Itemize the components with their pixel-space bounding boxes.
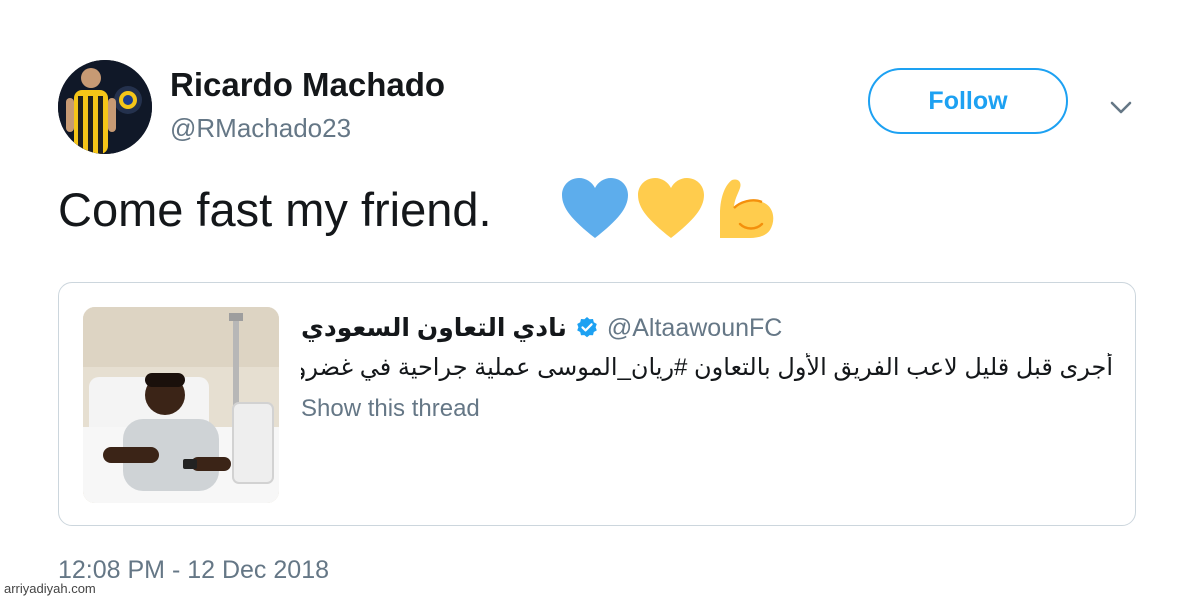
blue-heart-icon xyxy=(562,178,628,238)
quoted-author-handle[interactable]: @AltaawounFC xyxy=(607,314,782,343)
quoted-tweet-card[interactable]: نادي التعاون السعودي @AltaawounFC أجرى ق… xyxy=(58,282,1136,526)
quoted-author-name[interactable]: نادي التعاون السعودي xyxy=(301,313,567,343)
author-display-name[interactable]: Ricardo Machado xyxy=(170,66,445,104)
tweet-emojis xyxy=(560,176,778,246)
verified-badge-icon xyxy=(577,317,597,338)
author-avatar[interactable] xyxy=(58,60,152,154)
chevron-down-icon[interactable] xyxy=(1106,92,1136,122)
yellow-heart-icon xyxy=(638,178,704,238)
tweet-timestamp[interactable]: 12:08 PM - 12 Dec 2018 xyxy=(58,556,329,585)
author-handle[interactable]: @RMachado23 xyxy=(170,113,351,144)
tweet-text: Come fast my friend. xyxy=(58,183,492,236)
hospital-bed-photo-icon xyxy=(83,307,279,503)
quoted-tweet-text: أجرى قبل قليل لاعب الفريق الأول بالتعاون… xyxy=(301,354,1113,381)
show-thread-link[interactable]: Show this thread xyxy=(301,395,480,423)
flexed-biceps-icon xyxy=(720,179,774,238)
source-watermark: arriyadiyah.com xyxy=(4,581,96,596)
quoted-tweet-media[interactable] xyxy=(83,307,279,503)
follow-button[interactable]: Follow xyxy=(868,68,1068,134)
profile-photo-icon xyxy=(58,60,152,154)
